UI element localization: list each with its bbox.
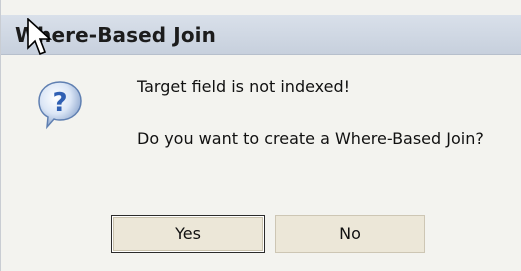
yes-button[interactable]: Yes bbox=[111, 215, 265, 253]
message-dialog: Where-Based Join ? Target field is not i… bbox=[0, 0, 521, 271]
mouse-pointer-icon bbox=[27, 18, 53, 56]
question-icon: ? bbox=[38, 81, 82, 130]
svg-text:?: ? bbox=[52, 88, 67, 118]
no-button[interactable]: No bbox=[275, 215, 425, 253]
message-title: Target field is not indexed! bbox=[137, 77, 351, 96]
dialog-titlebar[interactable]: Where-Based Join bbox=[1, 15, 521, 55]
message-question: Do you want to create a Where-Based Join… bbox=[137, 129, 484, 148]
